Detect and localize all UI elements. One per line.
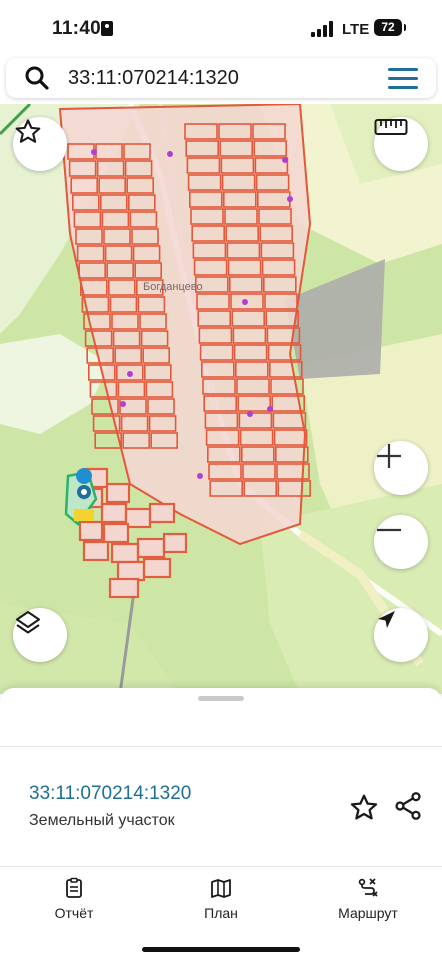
star-icon [15,119,41,143]
layers-button[interactable] [13,608,67,662]
search-input[interactable]: 33:11:070214:1320 [68,67,239,90]
nav-route[interactable]: Маршрут [308,877,428,921]
bottom-nav: Отчёт План Маршрут [0,866,442,961]
search-icon[interactable] [24,65,50,91]
sheet-handle[interactable] [198,696,244,701]
my-location-button[interactable] [374,608,428,662]
layers-icon [16,611,40,634]
nav-plan[interactable]: План [161,877,281,921]
cadastral-number[interactable]: 33:11:070214:1320 [29,783,191,805]
sheet-divider [0,746,442,747]
signal-icon [311,21,335,37]
object-type: Земельный участок [29,812,175,829]
share-icon[interactable] [392,790,424,822]
favorite-star-icon[interactable] [348,792,380,824]
info-sheet[interactable]: 33:11:070214:1320 Земельный участок [0,688,442,866]
ruler-icon [374,119,408,135]
orientation-lock-icon [101,21,113,36]
map-view[interactable]: Богданцево [0,104,442,694]
status-bar: 11:40 LTE 72 [0,0,442,54]
menu-icon[interactable] [388,68,418,90]
map-canvas[interactable] [0,104,442,694]
route-icon [358,878,378,897]
nav-route-label: Маршрут [338,905,398,921]
search-bar[interactable]: 33:11:070214:1320 [6,58,436,98]
network-label: LTE [342,21,370,38]
plus-icon [377,444,401,468]
navigation-arrow-icon [378,611,395,628]
nav-plan-label: План [204,905,238,921]
minus-icon [377,528,401,532]
favorite-map-button[interactable] [13,117,67,171]
nav-report[interactable]: Отчёт [14,877,134,921]
battery-icon: 72 [374,19,406,36]
status-time: 11:40 [52,18,102,39]
map-place-label: Богданцево [143,281,203,293]
zoom-in-button[interactable] [374,441,428,495]
report-icon [66,877,82,898]
nav-report-label: Отчёт [54,905,94,921]
ruler-button[interactable] [374,117,428,171]
zoom-out-button[interactable] [374,515,428,569]
home-indicator [142,947,300,952]
map-icon [211,879,231,898]
